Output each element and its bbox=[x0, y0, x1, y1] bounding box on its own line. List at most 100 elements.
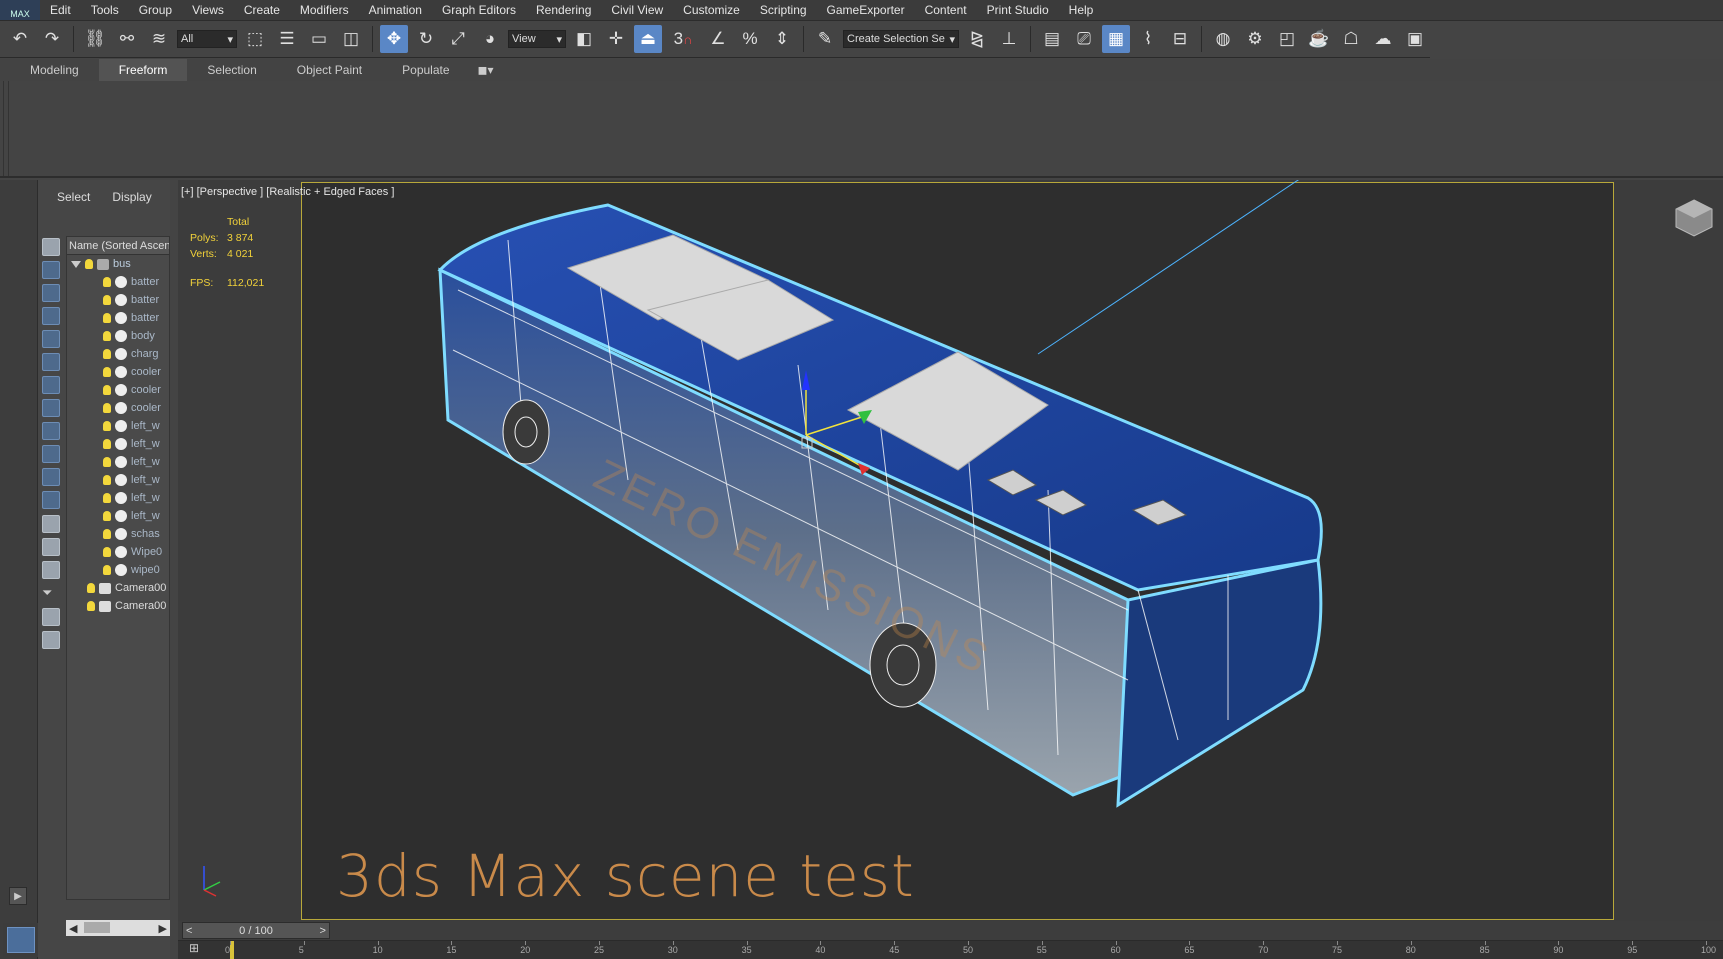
perspective-viewport[interactable]: [+] [Perspective ] [Realistic + Edged Fa… bbox=[178, 180, 1723, 921]
named-selection-dropdown[interactable]: Create Selection Se ▾ bbox=[843, 30, 959, 48]
tree-item[interactable]: cooler bbox=[67, 381, 169, 399]
track-bar[interactable]: ⊞ 0 5 10 15 20 25 30 35 40 45 50 55 60 65 70 75 80 85 90 95… bbox=[178, 940, 1723, 959]
tree-item[interactable]: batter bbox=[67, 291, 169, 309]
unlink-icon[interactable]: ⚯ bbox=[113, 25, 141, 53]
scroll-thumb[interactable] bbox=[84, 922, 110, 933]
display-groups-icon[interactable] bbox=[42, 399, 60, 417]
light-bulb-icon[interactable] bbox=[87, 583, 95, 593]
sort-icon[interactable] bbox=[42, 631, 60, 649]
select-object-icon[interactable]: ⬚ bbox=[241, 25, 269, 53]
light-bulb-icon[interactable] bbox=[103, 457, 111, 467]
tree-item[interactable]: cooler bbox=[67, 399, 169, 417]
link-icon[interactable]: ⛓ bbox=[81, 25, 109, 53]
scene-explorer-icon[interactable]: ▦ bbox=[1102, 25, 1130, 53]
layer-explorer-icon[interactable]: ▤ bbox=[1038, 25, 1066, 53]
ref-coord-dropdown[interactable]: View ▾ bbox=[508, 30, 566, 48]
menu-content[interactable]: Content bbox=[915, 0, 977, 20]
tree-camera-item[interactable]: Camera00 bbox=[67, 579, 169, 597]
tree-item[interactable]: charg bbox=[67, 345, 169, 363]
menu-customize[interactable]: Customize bbox=[673, 0, 750, 20]
material-editor-icon[interactable]: ◍ bbox=[1209, 25, 1237, 53]
tree-camera-item[interactable]: Camera00 bbox=[67, 597, 169, 615]
viewcube[interactable] bbox=[1674, 198, 1714, 238]
tree-item[interactable]: left_w bbox=[67, 489, 169, 507]
collapse-arrow-icon[interactable] bbox=[71, 260, 81, 268]
rect-selection-icon[interactable]: ▭ bbox=[305, 25, 333, 53]
tree-item[interactable]: wipe0 bbox=[67, 561, 169, 579]
time-next-button[interactable]: > bbox=[320, 925, 326, 937]
menu-views[interactable]: Views bbox=[182, 0, 234, 20]
filter-icon[interactable]: ⏷ bbox=[42, 585, 60, 603]
menu-modifiers[interactable]: Modifiers bbox=[290, 0, 359, 20]
menu-edit[interactable]: Edit bbox=[40, 0, 81, 20]
tree-item[interactable]: batter bbox=[67, 309, 169, 327]
select-by-name-icon[interactable]: ☰ bbox=[273, 25, 301, 53]
display-containers-icon[interactable] bbox=[42, 468, 60, 486]
render-cloud-icon[interactable]: ☁ bbox=[1369, 25, 1397, 53]
tab-modeling[interactable]: Modeling bbox=[10, 59, 99, 81]
display-cameras-icon[interactable] bbox=[42, 330, 60, 348]
angle-snap-icon[interactable]: ∠ bbox=[704, 25, 732, 53]
menu-scripting[interactable]: Scripting bbox=[750, 0, 817, 20]
tree-item[interactable]: left_w bbox=[67, 435, 169, 453]
render-iterative-icon[interactable]: ☖ bbox=[1337, 25, 1365, 53]
track-bar-menu-icon[interactable]: ⊞ bbox=[178, 941, 210, 959]
light-bulb-icon[interactable] bbox=[103, 367, 111, 377]
tab-object-paint[interactable]: Object Paint bbox=[277, 59, 382, 81]
scale-icon[interactable]: ⤢ bbox=[444, 25, 472, 53]
rotate-icon[interactable]: ↻ bbox=[412, 25, 440, 53]
tree-item[interactable]: Wipe0 bbox=[67, 543, 169, 561]
menu-graph-editors[interactable]: Graph Editors bbox=[432, 0, 526, 20]
scene-hscrollbar[interactable]: ◀ ▶ bbox=[66, 920, 170, 936]
scroll-right-icon[interactable]: ▶ bbox=[159, 922, 167, 935]
redo-icon[interactable]: ↷ bbox=[38, 25, 66, 53]
light-bulb-icon[interactable] bbox=[103, 295, 111, 305]
tab-select[interactable]: Select bbox=[57, 190, 90, 204]
move-icon[interactable]: ✥ bbox=[380, 25, 408, 53]
display-lights-icon[interactable] bbox=[42, 307, 60, 325]
light-bulb-icon[interactable] bbox=[85, 259, 93, 269]
menu-animation[interactable]: Animation bbox=[359, 0, 432, 20]
snap-toggle-icon[interactable]: 3 ∩ bbox=[666, 25, 700, 53]
display-geometry-icon[interactable] bbox=[42, 261, 60, 279]
tree-item[interactable]: left_w bbox=[67, 417, 169, 435]
light-bulb-icon[interactable] bbox=[103, 385, 111, 395]
menu-civil-view[interactable]: Civil View bbox=[601, 0, 673, 20]
window-crossing-icon[interactable]: ◫ bbox=[337, 25, 365, 53]
tree-item[interactable]: schas bbox=[67, 525, 169, 543]
a360-gallery-icon[interactable]: ▣ bbox=[1401, 25, 1429, 53]
display-invert-icon[interactable] bbox=[42, 538, 60, 556]
expand-arrow-icon[interactable]: ▶ bbox=[9, 887, 27, 905]
menu-tools[interactable]: Tools bbox=[81, 0, 129, 20]
ribbon-options-icon[interactable]: ◼▾ bbox=[470, 59, 502, 81]
tab-display[interactable]: Display bbox=[112, 190, 151, 204]
tree-item[interactable]: body bbox=[67, 327, 169, 345]
bus-model[interactable] bbox=[178, 180, 1723, 921]
light-bulb-icon[interactable] bbox=[103, 313, 111, 323]
light-bulb-icon[interactable] bbox=[103, 349, 111, 359]
app-logo[interactable]: MAX bbox=[0, 0, 40, 20]
light-bulb-icon[interactable] bbox=[103, 529, 111, 539]
select-manipulate-icon[interactable]: ✛ bbox=[602, 25, 630, 53]
render-setup-icon[interactable]: ⚙ bbox=[1241, 25, 1269, 53]
light-bulb-icon[interactable] bbox=[103, 493, 111, 503]
place-icon[interactable]: ◕ bbox=[476, 25, 504, 53]
time-slider[interactable]: < 0 / 100 > bbox=[182, 922, 330, 939]
rendered-frame-icon[interactable]: ◰ bbox=[1273, 25, 1301, 53]
display-frozen-icon[interactable] bbox=[42, 491, 60, 509]
light-bulb-icon[interactable] bbox=[103, 565, 111, 575]
spinner-snap-icon[interactable]: ⇕ bbox=[768, 25, 796, 53]
display-none2-icon[interactable] bbox=[42, 561, 60, 579]
tree-item[interactable]: batter bbox=[67, 273, 169, 291]
light-bulb-icon[interactable] bbox=[103, 547, 111, 557]
percent-snap-icon[interactable]: % bbox=[736, 25, 764, 53]
display-none-icon[interactable] bbox=[42, 238, 60, 256]
pivot-center-icon[interactable]: ◧ bbox=[570, 25, 598, 53]
light-bulb-icon[interactable] bbox=[103, 421, 111, 431]
maxscript-listener[interactable] bbox=[3, 923, 39, 957]
align-icon[interactable]: ⊥ bbox=[995, 25, 1023, 53]
tab-freeform[interactable]: Freeform bbox=[98, 59, 188, 81]
menu-group[interactable]: Group bbox=[129, 0, 182, 20]
column-header-name[interactable]: Name (Sorted Ascending) bbox=[67, 237, 169, 255]
tree-item[interactable]: left_w bbox=[67, 471, 169, 489]
